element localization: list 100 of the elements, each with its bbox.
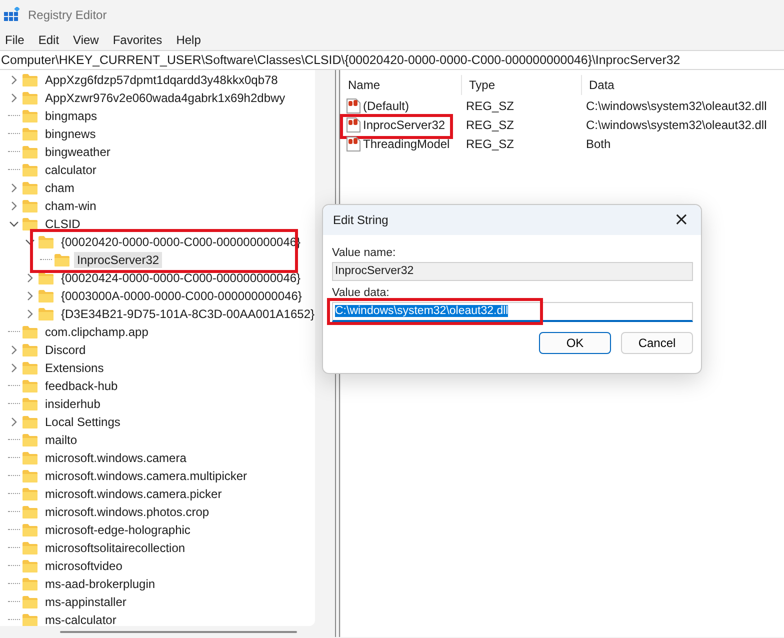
folder-icon	[22, 469, 38, 483]
tree-item[interactable]: Local Settings	[42, 414, 124, 430]
tree-item[interactable]: AppXzg6fdzp57dpmt1dqardd3y48kkx0qb78	[42, 72, 281, 88]
tree-item[interactable]: Extensions	[42, 360, 107, 376]
folder-icon	[22, 127, 38, 141]
tree-item[interactable]: microsoft.windows.camera.picker	[42, 486, 225, 502]
folder-icon	[22, 577, 38, 591]
dialog-title: Edit String	[333, 213, 388, 227]
tree-connector	[8, 583, 20, 585]
folder-icon	[22, 361, 38, 375]
menu-item[interactable]: View	[73, 33, 99, 47]
tree-connector	[8, 169, 20, 171]
tree-item[interactable]: Discord	[42, 342, 89, 358]
value-name[interactable]: (Default)	[363, 98, 410, 112]
tree-item[interactable]: insiderhub	[42, 396, 104, 412]
folder-icon	[22, 613, 38, 626]
ok-button[interactable]: OK	[539, 332, 611, 354]
folder-icon	[22, 217, 38, 231]
folder-icon	[22, 595, 38, 609]
folder-icon	[22, 523, 38, 537]
tree-connector	[8, 115, 20, 117]
value-type: REG_SZ	[466, 98, 514, 112]
tree-connector	[8, 565, 20, 567]
tree-item[interactable]: bingweather	[42, 144, 114, 160]
tree-connector	[8, 403, 20, 405]
folder-icon	[38, 235, 54, 249]
close-button[interactable]: ×	[670, 210, 693, 230]
folder-icon	[38, 307, 54, 321]
folder-icon	[22, 73, 38, 87]
tree-item[interactable]: ms-appinstaller	[42, 594, 130, 610]
tree-item[interactable]: ms-calculator	[42, 612, 120, 626]
tree-connector	[8, 133, 20, 135]
value-data: Both	[586, 136, 611, 150]
tree-item[interactable]: microsoftvideo	[42, 558, 126, 574]
folder-icon	[54, 253, 70, 267]
folder-icon	[38, 271, 54, 285]
folder-icon	[22, 433, 38, 447]
tree-item[interactable]: bingmaps	[42, 108, 100, 124]
menu-item[interactable]: Favorites	[112, 33, 162, 47]
tree-item[interactable]: microsoft.windows.photos.crop	[42, 504, 212, 520]
menu-item[interactable]: Help	[176, 33, 201, 47]
folder-icon	[22, 145, 38, 159]
column-header[interactable]: Name	[341, 75, 462, 95]
folder-icon	[22, 487, 38, 501]
tree-connector	[8, 511, 20, 513]
tree-item[interactable]: com.clipchamp.app	[42, 324, 152, 340]
folder-icon	[22, 325, 38, 339]
address-bar[interactable]: Computer\HKEY_CURRENT_USER\Software\Classes\CLSID\{00020420-0000-0000-C000-000000000046}\InprocServer32	[0, 50, 784, 70]
input-field[interactable]: InprocServer32	[332, 262, 693, 281]
tree-connector	[8, 475, 20, 477]
tree-item[interactable]: calculator	[42, 162, 100, 178]
menu-item[interactable]: Edit	[38, 33, 60, 47]
tree-item[interactable]: mailto	[42, 432, 80, 448]
tree-connector	[8, 529, 20, 531]
value-type: REG_SZ	[466, 136, 514, 150]
folder-icon	[22, 559, 38, 573]
field-label: Value name:	[332, 247, 397, 259]
tree-item[interactable]: bingnews	[42, 126, 99, 142]
tree-connector	[8, 331, 20, 333]
tree-item[interactable]: microsoft.windows.camera.multipicker	[42, 468, 250, 484]
tree-item[interactable]: cham	[42, 180, 78, 196]
folder-icon	[22, 91, 38, 105]
folder-icon	[22, 199, 38, 213]
tree-connector	[8, 619, 20, 621]
folder-icon	[22, 415, 38, 429]
tree-item[interactable]: {00020424-0000-0000-C000-000000000046}	[58, 270, 304, 286]
folder-icon	[22, 541, 38, 555]
value-name[interactable]: InprocServer32	[363, 118, 446, 132]
value-name[interactable]: ThreadingModel	[363, 136, 450, 150]
tree-item[interactable]: microsoft-edge-holographic	[42, 522, 194, 538]
tree-connector	[40, 259, 52, 261]
column-header[interactable]: Type	[462, 75, 582, 95]
tree-item[interactable]: {0003000A-0000-0000-C000-000000000046}	[58, 288, 305, 304]
folder-icon	[38, 289, 54, 303]
tree-item[interactable]: InprocServer32	[74, 252, 162, 268]
tree-item[interactable]: AppXzwr976v2e060wada4gabrk1x69h2dbwy	[42, 90, 288, 106]
tree-item[interactable]: cham-win	[42, 198, 100, 214]
tree-item[interactable]: feedback-hub	[42, 378, 121, 394]
tree-connector	[8, 601, 20, 603]
tree-item[interactable]: microsoft.windows.camera	[42, 450, 190, 466]
string-value-icon	[346, 116, 361, 132]
tree-item[interactable]: ms-aad-brokerplugin	[42, 576, 158, 592]
cancel-button[interactable]: Cancel	[621, 332, 693, 354]
folder-icon	[22, 451, 38, 465]
tree-item[interactable]: microsoftsolitairecollection	[42, 540, 188, 556]
tree-item[interactable]: CLSID	[42, 216, 84, 232]
folder-icon	[22, 343, 38, 357]
folder-icon	[22, 379, 38, 393]
tree-connector	[8, 493, 20, 495]
string-value-icon	[346, 98, 361, 114]
folder-icon	[22, 109, 38, 123]
folder-icon	[22, 397, 38, 411]
tree-connector	[8, 151, 20, 153]
folder-icon	[22, 505, 38, 519]
column-header[interactable]: Data	[582, 75, 614, 95]
scrollbar-thumb[interactable]	[60, 630, 297, 632]
field-label: Value data:	[332, 287, 390, 299]
menu-item[interactable]: File	[5, 33, 24, 47]
tree-item[interactable]: {D3E34B21-9D75-101A-8C3D-00AA001A1652}	[58, 306, 315, 322]
registry-app-icon	[4, 7, 20, 23]
